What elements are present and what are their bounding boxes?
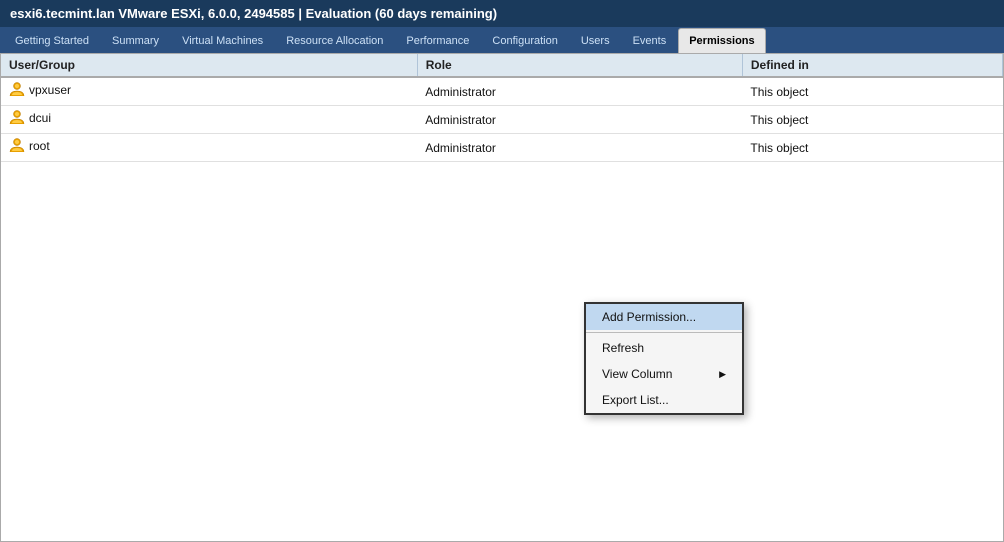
table-row[interactable]: dcui AdministratorThis object [1, 106, 1003, 134]
tab-getting-started[interactable]: Getting Started [4, 28, 100, 53]
context-menu-item-view-column[interactable]: View Column [586, 361, 742, 387]
col-header-defined: Defined in [742, 54, 1002, 77]
defined-cell-2: This object [742, 134, 1002, 162]
role-cell-2: Administrator [417, 134, 742, 162]
tab-configuration[interactable]: Configuration [481, 28, 568, 53]
user-icon [9, 109, 25, 125]
context-menu-item-add-permission[interactable]: Add Permission... [586, 304, 742, 330]
tab-events[interactable]: Events [622, 28, 678, 53]
context-menu-item-refresh[interactable]: Refresh [586, 335, 742, 361]
role-cell-0: Administrator [417, 77, 742, 106]
user-icon [9, 81, 25, 97]
col-header-role: Role [417, 54, 742, 77]
permissions-table: User/Group Role Defined in vpxuser Admin… [1, 54, 1003, 162]
context-menu-item-export-list[interactable]: Export List... [586, 387, 742, 413]
table-row[interactable]: root AdministratorThis object [1, 134, 1003, 162]
user-cell-0: vpxuser [1, 77, 417, 106]
table-row[interactable]: vpxuser AdministratorThis object [1, 77, 1003, 106]
title-text: esxi6.tecmint.lan VMware ESXi, 6.0.0, 24… [10, 6, 497, 21]
context-menu-separator [586, 332, 742, 333]
content-area: User/Group Role Defined in vpxuser Admin… [0, 53, 1004, 542]
user-cell-2: root [1, 134, 417, 162]
col-header-user: User/Group [1, 54, 417, 77]
defined-cell-0: This object [742, 77, 1002, 106]
title-bar: esxi6.tecmint.lan VMware ESXi, 6.0.0, 24… [0, 0, 1004, 27]
role-cell-1: Administrator [417, 106, 742, 134]
table-header-row: User/Group Role Defined in [1, 54, 1003, 77]
tab-summary[interactable]: Summary [101, 28, 170, 53]
tab-permissions[interactable]: Permissions [678, 28, 765, 53]
defined-cell-1: This object [742, 106, 1002, 134]
tab-users[interactable]: Users [570, 28, 621, 53]
context-menu: Add Permission... RefreshView ColumnExpor… [584, 302, 744, 415]
user-icon [9, 137, 25, 153]
tab-virtual-machines[interactable]: Virtual Machines [171, 28, 274, 53]
tab-bar: Getting StartedSummaryVirtual MachinesRe… [0, 27, 1004, 53]
tab-resource-allocation[interactable]: Resource Allocation [275, 28, 394, 53]
tab-performance[interactable]: Performance [395, 28, 480, 53]
user-cell-1: dcui [1, 106, 417, 134]
